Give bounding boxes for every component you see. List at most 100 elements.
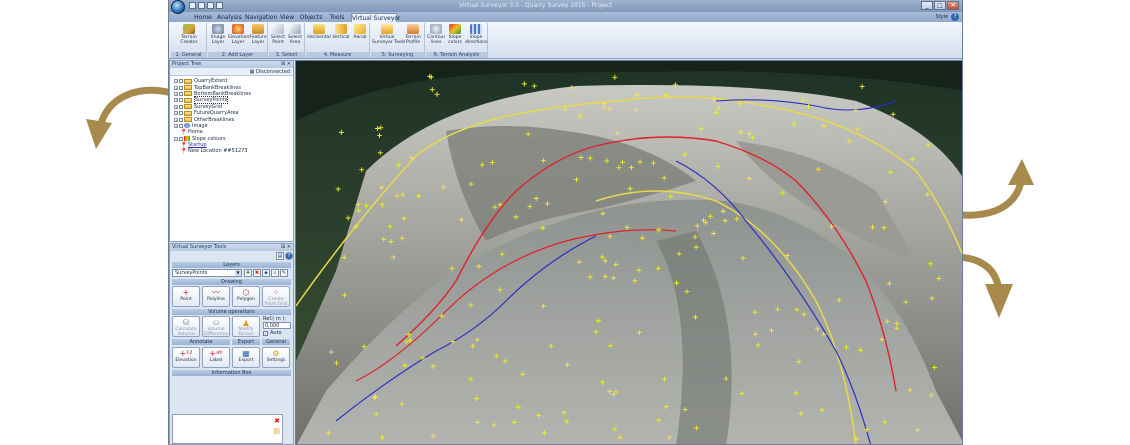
- terrain-profile-button[interactable]: Terrain Profile: [403, 24, 423, 45]
- create-point-grid-button[interactable]: ⁘ Create Point Grid: [262, 286, 290, 307]
- calculate-volume-button[interactable]: ⛁ Calculate Volume: [172, 316, 200, 337]
- expand-icon[interactable]: -: [174, 136, 178, 141]
- project-tree: + QuarryExtent + TopBankBreaklines + Bottom…: [170, 76, 293, 155]
- terrain-creator-button[interactable]: Terrain Creator: [173, 24, 205, 45]
- terrain-rendering[interactable]: [296, 61, 963, 445]
- checkbox[interactable]: [179, 98, 183, 103]
- slope-directions-icon: [470, 24, 482, 34]
- help-icon[interactable]: ?: [951, 13, 959, 21]
- ribbon-tabbar: Home Analysis Navigation View Objects To…: [169, 12, 962, 22]
- volume-buttons: ⛁ Calculate Volume ⛀ Volume Difference ▲ Mo…: [172, 316, 291, 338]
- zoom-layer-icon[interactable]: ⌕: [271, 269, 279, 277]
- expand-icon[interactable]: +: [174, 91, 178, 96]
- expand-icon[interactable]: +: [174, 79, 178, 84]
- select-area-button[interactable]: Select Area: [287, 24, 303, 45]
- layer-properties-icon[interactable]: ◈: [262, 269, 270, 277]
- checkbox[interactable]: [179, 117, 183, 122]
- pin-close-icon[interactable]: ⊞ ✕: [281, 244, 291, 251]
- ribbon-group-general: Terrain Creator 1. General: [171, 23, 207, 58]
- expand-icon[interactable]: +: [174, 123, 178, 128]
- clear-info-icon[interactable]: ✖: [274, 417, 280, 425]
- delete-layer-icon[interactable]: ✖: [253, 269, 261, 277]
- connection-status: ▦ Disconnected: [170, 68, 293, 76]
- checkbox[interactable]: [179, 123, 183, 128]
- tab-view[interactable]: View: [279, 13, 295, 22]
- vertical-measure-button[interactable]: Vertical: [332, 24, 350, 40]
- add-layer-icon[interactable]: ✚: [244, 269, 252, 277]
- expand-icon[interactable]: +: [174, 104, 178, 109]
- ribbon-group-add-layer: Image Layer Elevation Layer Feature Laye…: [208, 23, 268, 58]
- image-layer-button[interactable]: Image Layer: [209, 24, 227, 45]
- ribbon-group-measure: Horizontal Vertical Aerial 4. Measure: [306, 23, 370, 58]
- new-icon[interactable]: [189, 2, 196, 9]
- polygon-button[interactable]: ⬡ Polygon: [232, 286, 260, 307]
- virtual-surveyor-tools-button[interactable]: Virtual Surveyor Tools: [372, 24, 405, 45]
- label-annotate-button[interactable]: +ᵃᵇ Label: [202, 347, 230, 368]
- tab-home[interactable]: Home: [193, 13, 213, 22]
- undo-icon[interactable]: [216, 2, 223, 9]
- point-button[interactable]: + Point: [172, 286, 200, 307]
- minimize-button[interactable]: _: [921, 1, 933, 10]
- tab-analysis[interactable]: Analysis: [217, 13, 242, 22]
- elevation-layer-button[interactable]: Elevation Layer: [228, 24, 249, 45]
- close-button[interactable]: ✕: [947, 1, 959, 10]
- layer-select[interactable]: SurveyPoints ▼: [172, 269, 242, 277]
- folder-icon: [184, 104, 192, 110]
- application-menu-button[interactable]: [171, 0, 185, 14]
- tools-icon[interactable]: ▤: [276, 252, 284, 260]
- tree-item-new-location[interactable]: 📍 New Location ##51273: [174, 148, 293, 154]
- auto-checkbox[interactable]: ✓: [263, 331, 268, 336]
- location-pin-icon: 📍: [180, 128, 188, 136]
- checkbox[interactable]: [179, 79, 183, 84]
- open-icon[interactable]: [198, 2, 205, 9]
- tab-tools[interactable]: Tools: [327, 13, 347, 22]
- export-section-header: Export: [232, 339, 260, 345]
- annotate-section-header: Annotate: [172, 339, 230, 345]
- elevation-annotate-button[interactable]: +¹² Elevation: [172, 347, 200, 368]
- terrain-3d-viewport[interactable]: [295, 60, 963, 445]
- checkbox[interactable]: [179, 104, 183, 109]
- maximize-button[interactable]: □: [934, 1, 946, 10]
- style-menu[interactable]: Style: [935, 13, 948, 22]
- aerial-measure-button[interactable]: Aerial: [351, 24, 369, 40]
- checkbox[interactable]: [179, 136, 183, 141]
- tab-navigation[interactable]: Navigation: [245, 13, 277, 22]
- checkbox[interactable]: [179, 111, 183, 116]
- volume-difference-button[interactable]: ⛀ Volume Difference: [202, 316, 230, 337]
- expand-icon[interactable]: +: [174, 85, 178, 90]
- polyline-button[interactable]: 〰 Polyline: [202, 286, 230, 307]
- edit-layer-icon[interactable]: ✎: [280, 269, 288, 277]
- settings-button[interactable]: ⚙ Settings: [262, 347, 290, 368]
- title-bar: Virtual Surveyor 3.0 - Quarry Survey 201…: [169, 0, 962, 14]
- expand-icon[interactable]: +: [174, 98, 178, 103]
- modify-terrain-button[interactable]: ▲ Modify Terrain: [232, 316, 260, 337]
- ruler-horizontal-icon: [313, 24, 325, 34]
- annotate-export-row: +¹² Elevation +ᵃᵇ Label ▦ Export ⚙ Settings: [172, 347, 291, 369]
- checkbox[interactable]: [179, 91, 183, 96]
- project-tree-header: Project Tree ⊞ ✕: [170, 61, 293, 68]
- expand-icon[interactable]: +: [174, 111, 178, 116]
- vs-tools-header: Virtual Surveyor Tools ⊞ ✕: [170, 244, 293, 251]
- folder-icon: [184, 78, 192, 84]
- left-curved-arrow-icon: [86, 86, 173, 149]
- feature-layer-button[interactable]: Feature Layer: [249, 24, 267, 45]
- export-button[interactable]: ▦ Export: [232, 347, 260, 368]
- profile-icon: [407, 24, 419, 34]
- copy-info-icon[interactable]: ▤: [273, 427, 280, 435]
- slope-colors-button[interactable]: Slope colors: [446, 24, 464, 45]
- location-pin-icon: 📍: [180, 147, 188, 155]
- select-point-button[interactable]: Select Point: [270, 24, 286, 45]
- tab-objects[interactable]: Objects: [299, 13, 323, 22]
- slope-directions-button[interactable]: Slope directions: [465, 24, 488, 45]
- horizontal-measure-button[interactable]: Horizontal: [307, 24, 331, 40]
- tab-virtual-surveyor[interactable]: Virtual Surveyor: [351, 13, 401, 22]
- ref-input[interactable]: 0,000: [263, 322, 291, 329]
- elevation-layer-icon: [232, 24, 244, 34]
- contour-lines-button[interactable]: Contour lines: [427, 24, 445, 45]
- right-up-curved-arrow-icon: [960, 159, 1034, 219]
- save-icon[interactable]: [207, 2, 214, 9]
- help-icon[interactable]: ?: [285, 252, 293, 260]
- checkbox[interactable]: [179, 85, 183, 90]
- expand-icon[interactable]: +: [174, 117, 178, 122]
- pin-close-icon[interactable]: ⊞ ✕: [281, 61, 291, 68]
